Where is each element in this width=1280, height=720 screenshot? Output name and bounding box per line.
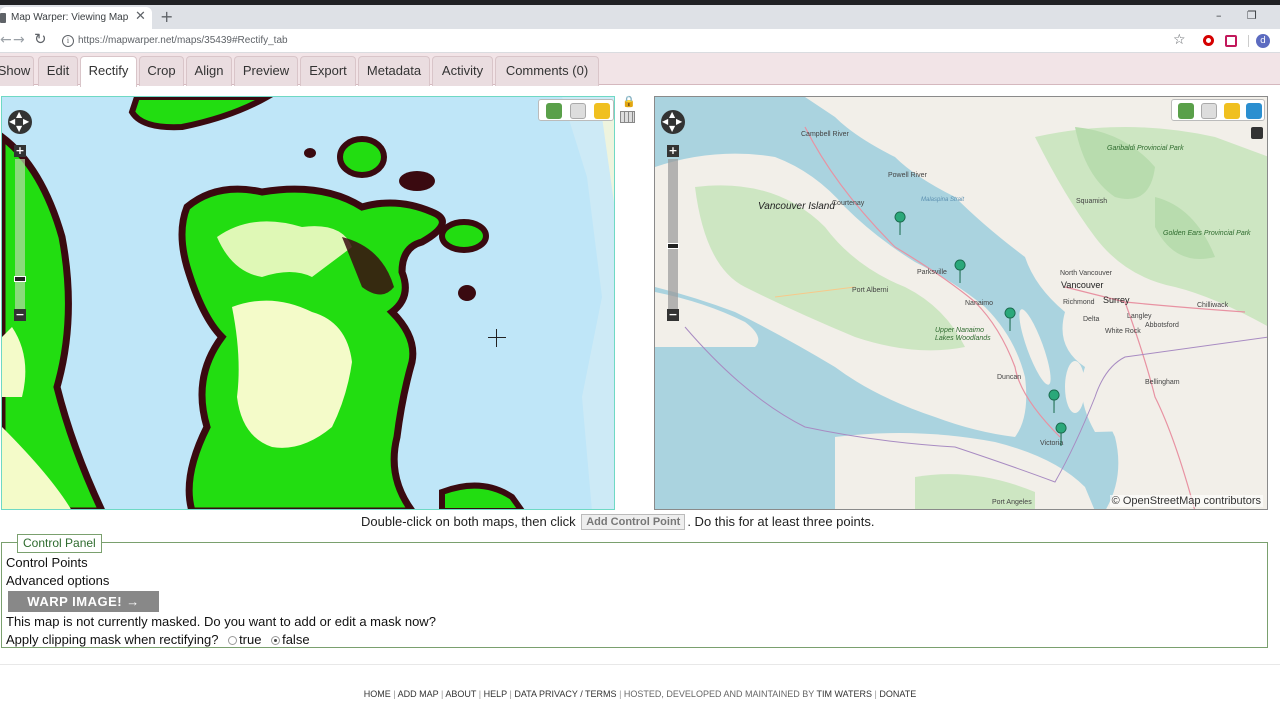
clipping-false-radio[interactable] (271, 636, 281, 645)
left-map-toolbox (538, 99, 614, 121)
zoom-slider[interactable] (668, 159, 678, 309)
marker-pin-icon (1055, 422, 1067, 447)
new-tab-icon[interactable]: + (160, 9, 173, 25)
tab-crop[interactable]: Crop (139, 56, 184, 86)
pan-control[interactable]: ▲ ▼ ◀ ▶ (8, 110, 32, 134)
url-text[interactable]: https://mapwarper.net/maps/35439#Rectify… (78, 35, 288, 46)
scanned-map-image (2, 97, 614, 509)
rectify-instruction: Double-click on both maps, then click Ad… (361, 514, 874, 530)
tab-metadata[interactable]: Metadata (358, 56, 430, 86)
address-bar[interactable]: i https://mapwarper.net/maps/35439#Recti… (56, 31, 1196, 51)
zoom-out-button[interactable]: − (14, 309, 26, 321)
toolbar-divider (1248, 35, 1249, 47)
layer-switcher-tool-icon[interactable] (1246, 103, 1262, 119)
footer-link-add-map[interactable]: ADD MAP (398, 689, 439, 699)
footer-link-about[interactable]: ABOUT (445, 689, 476, 699)
marker-pin-icon (894, 211, 906, 236)
forward-icon[interactable]: → (13, 33, 25, 47)
footer-divider (0, 664, 1280, 665)
pan-hand-tool-icon[interactable] (1224, 103, 1240, 119)
site-info-icon[interactable]: i (62, 35, 74, 47)
pan-control[interactable]: ▲ ▼ ◀ ▶ (661, 110, 685, 134)
instruction-text-after: . Do this for at least three points. (687, 514, 875, 529)
zoom-control: + − (667, 145, 679, 325)
reference-map[interactable]: Vancouver Island Campbell River Powell R… (654, 96, 1268, 510)
clipping-mask-row: Apply clipping mask when rectifying? tru… (6, 632, 310, 647)
maximize-icon[interactable]: ❐ (1247, 10, 1257, 22)
control-panel: Control Panel Control Points Advanced op… (1, 534, 1268, 648)
zoom-slider[interactable] (15, 159, 25, 309)
zoom-out-button[interactable]: − (667, 309, 679, 321)
zoom-slider-handle[interactable] (667, 243, 679, 249)
tab-edit[interactable]: Edit (38, 56, 78, 86)
move-point-tool-icon[interactable] (1201, 103, 1217, 119)
tab-comments[interactable]: Comments (0) (495, 56, 599, 86)
zoom-control: + − (14, 145, 26, 325)
reload-icon[interactable]: ↻ (34, 32, 47, 47)
bookmark-star-icon[interactable]: ☆ (1173, 32, 1186, 48)
tab-activity[interactable]: Activity (432, 56, 493, 86)
browser-tab-bar: Map Warper: Viewing Map 35439 ✕ + – ❐ (0, 5, 1280, 29)
footer-link-help[interactable]: HELP (484, 689, 507, 699)
marker-pin-icon (954, 259, 966, 284)
footer: HOME | ADD MAP | ABOUT | HELP | DATA PRI… (363, 689, 917, 699)
tab-preview[interactable]: Preview (234, 56, 298, 86)
tab-show[interactable]: Show (0, 56, 34, 86)
control-panel-legend[interactable]: Control Panel (17, 534, 102, 553)
warp-image-button[interactable]: WARP IMAGE! → (8, 591, 159, 612)
footer-link-home[interactable]: HOME (364, 689, 391, 699)
move-point-tool-icon[interactable] (570, 103, 586, 119)
right-map-toolbox (1171, 99, 1265, 121)
control-points-link[interactable]: Control Points (6, 555, 88, 570)
footer-link-privacy[interactable]: DATA PRIVACY / TERMS (514, 689, 616, 699)
marker-pin-icon (1048, 389, 1060, 414)
zoom-in-button[interactable]: + (14, 145, 26, 157)
control-point-markers (894, 211, 1067, 447)
tab-rectify[interactable]: Rectify (80, 56, 137, 87)
tab-align[interactable]: Align (186, 56, 232, 86)
instruction-text-before: Double-click on both maps, then click (361, 514, 576, 529)
advanced-options-link[interactable]: Advanced options (6, 573, 109, 588)
close-tab-icon[interactable]: ✕ (135, 10, 146, 24)
tab-export[interactable]: Export (300, 56, 356, 86)
add-control-point-button[interactable]: Add Control Point (581, 514, 686, 530)
unrectified-map[interactable]: ▲ ▼ ◀ ▶ + − (1, 96, 615, 510)
map-tabs-bar: Show Edit Rectify Crop Align Preview Exp… (0, 53, 1280, 87)
pan-hand-tool-icon[interactable] (594, 103, 610, 119)
browser-toolbar: ← → ↻ i https://mapwarper.net/maps/35439… (0, 29, 1280, 53)
minimize-icon[interactable]: – (1216, 10, 1222, 22)
back-icon[interactable]: ← (0, 33, 12, 47)
lock-icon[interactable]: 🔒 (622, 95, 636, 108)
zoom-in-button[interactable]: + (667, 145, 679, 157)
marker-pin-icon (1004, 307, 1016, 332)
footer-link-donate[interactable]: DONATE (879, 689, 916, 699)
crosshair-cursor (488, 329, 506, 347)
zoom-slider-handle[interactable] (14, 276, 26, 282)
clipping-true-radio[interactable] (228, 636, 238, 645)
clipping-false-label[interactable]: false (282, 632, 309, 647)
pocket-extension-icon[interactable] (1225, 35, 1237, 47)
grid-toggle-icon[interactable] (620, 111, 635, 123)
osm-attribution[interactable]: © OpenStreetMap contributors (1109, 495, 1263, 507)
clipping-true-label[interactable]: true (239, 632, 261, 647)
profile-avatar[interactable]: d (1256, 34, 1270, 48)
clipping-mask-label: Apply clipping mask when rectifying? (6, 632, 219, 647)
add-point-tool-icon[interactable] (1178, 103, 1194, 119)
browser-tab-title: Map Warper: Viewing Map 35439 (11, 12, 129, 23)
browser-tab[interactable]: Map Warper: Viewing Map 35439 ✕ (0, 7, 152, 29)
layers-icon[interactable] (1251, 127, 1263, 139)
add-point-tool-icon[interactable] (546, 103, 562, 119)
footer-hosted-text: HOSTED, DEVELOPED AND MAINTAINED BY (623, 689, 815, 699)
footer-link-author[interactable]: TIM WATERS (816, 689, 872, 699)
opera-extension-icon[interactable] (1203, 35, 1214, 46)
mask-status-text[interactable]: This map is not currently masked. Do you… (6, 614, 436, 629)
favicon-icon (0, 13, 6, 23)
